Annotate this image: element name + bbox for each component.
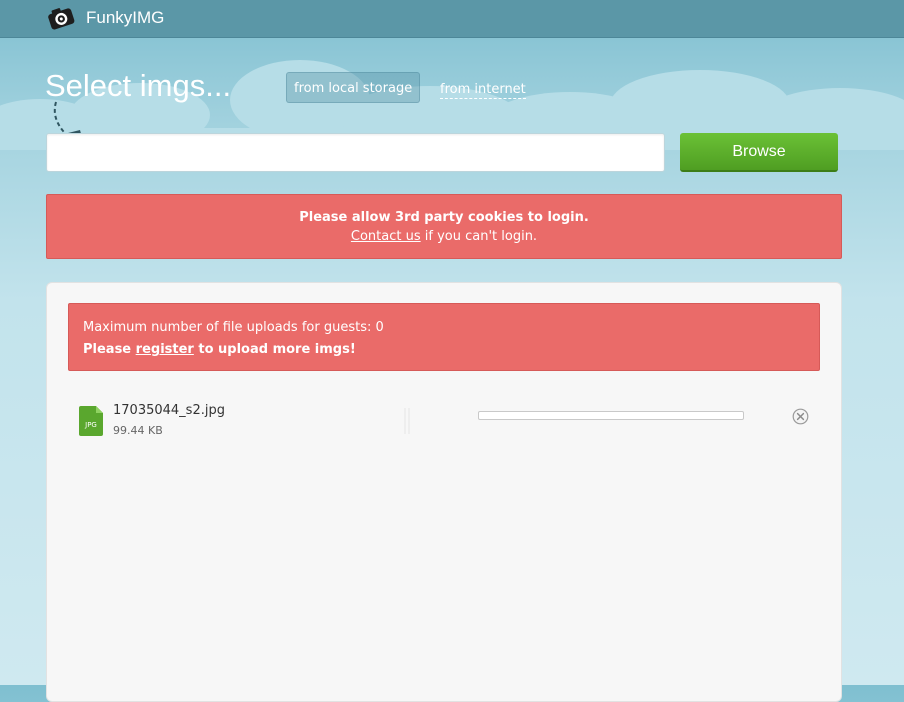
close-circle-icon[interactable] — [792, 408, 809, 425]
tab-from-internet[interactable]: from internet — [440, 82, 526, 99]
tab-local-storage[interactable]: from local storage — [286, 72, 421, 103]
file-size: 99.44 KB — [113, 424, 163, 437]
cookie-alert-help-text: if you can't login. — [420, 229, 538, 244]
file-type-label: JPG — [84, 421, 97, 429]
brand-name[interactable]: FunkyIMG — [86, 8, 164, 28]
drag-handle-icon[interactable] — [403, 408, 411, 434]
contact-us-link[interactable]: Contact us — [351, 229, 421, 244]
cookie-alert: Please allow 3rd party cookies to login.… — [46, 194, 842, 259]
upload-progress-bar — [478, 411, 744, 420]
register-prompt-suffix: to upload more imgs! — [193, 342, 356, 357]
cookie-alert-message: Please allow 3rd party cookies to login. — [299, 210, 589, 225]
guest-limit-message: Maximum number of file uploads for guest… — [83, 320, 384, 335]
file-name: 17035044_s2.jpg — [113, 403, 225, 418]
browse-button[interactable]: Browse — [680, 133, 838, 172]
register-prompt-prefix: Please — [83, 342, 136, 357]
select-imgs-title: Select imgs... — [45, 68, 232, 103]
camera-icon[interactable] — [46, 5, 76, 31]
top-bar: FunkyIMG — [0, 0, 904, 38]
guest-limit-alert: Maximum number of file uploads for guest… — [68, 303, 820, 371]
register-link[interactable]: register — [136, 342, 194, 357]
register-prompt: Please register to upload more imgs! — [83, 342, 356, 357]
file-path-input[interactable] — [46, 133, 665, 172]
cookie-alert-help: Contact us if you can't login. — [47, 229, 841, 244]
jpg-file-icon: JPG — [79, 406, 103, 436]
